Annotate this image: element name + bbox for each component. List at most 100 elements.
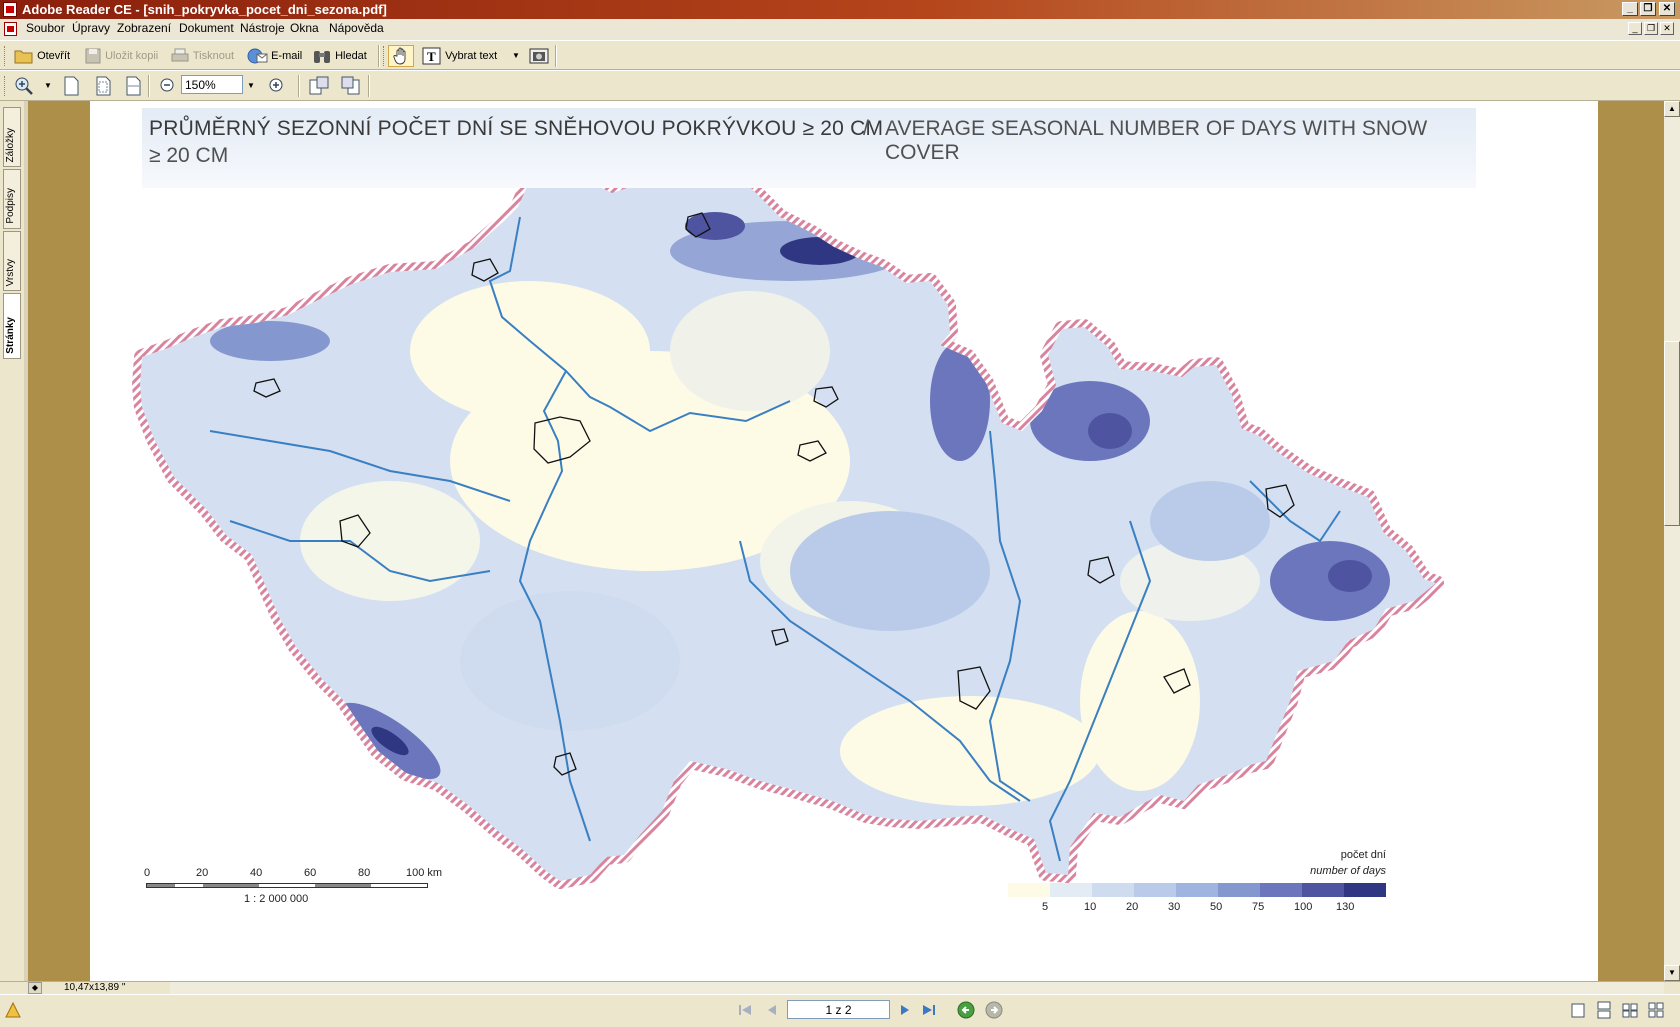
document-icon[interactable] [4, 22, 17, 36]
last-page-button[interactable] [921, 1001, 937, 1022]
map-title-cz: PRŮMĚRNÝ SEZONNÍ POČET DNÍ SE SNĚHOVOU P… [149, 117, 884, 140]
single-page-layout-button[interactable] [1570, 1001, 1586, 1022]
facing-layout-button[interactable] [1622, 1001, 1638, 1022]
tab-pages[interactable]: Stránky [3, 293, 21, 359]
legend-swatch [1176, 883, 1218, 897]
print-button[interactable]: Tisknout [170, 46, 234, 66]
doc-close-button[interactable]: ✕ [1660, 22, 1674, 35]
menu-soubor[interactable]: Soubor [26, 21, 65, 35]
legend-swatch [1008, 883, 1050, 897]
legend-value-label: 130 [1336, 901, 1355, 913]
adobe-reader-icon [3, 2, 17, 17]
vertical-scrollbar[interactable]: ▲ ▼ [1664, 101, 1680, 981]
page-fit-width-icon [126, 76, 141, 96]
zoom-out-button[interactable] [159, 75, 175, 95]
doc-restore-button[interactable]: ❐ [1644, 22, 1658, 35]
rotate-counterclockwise-button[interactable] [340, 76, 362, 96]
scale-tick-label: 0 [144, 867, 151, 879]
tab-layers[interactable]: Vrstvy [3, 231, 21, 291]
zoom-tool-button[interactable] [14, 76, 36, 96]
next-page-button[interactable] [898, 1001, 912, 1022]
fit-page-button[interactable] [94, 76, 112, 96]
open-button[interactable]: Otevřít [14, 46, 70, 66]
status-info-icon[interactable] [4, 1001, 22, 1022]
previous-view-button[interactable] [957, 1001, 975, 1022]
scale-tick-label: 100 km [406, 867, 443, 879]
facing-pages-icon [1622, 1003, 1638, 1018]
zoom-level-dropdown[interactable]: ▼ [247, 76, 255, 96]
email-icon [247, 48, 268, 64]
first-page-button[interactable] [737, 1001, 753, 1022]
zone-south [460, 591, 680, 731]
scale-tick-label: 80 [358, 867, 371, 879]
continuous-page-icon [1597, 1001, 1611, 1019]
tab-bookmarks[interactable]: Záložky [3, 107, 21, 167]
legend-swatch [1302, 883, 1344, 897]
doc-minimize-button[interactable]: _ [1628, 22, 1642, 35]
menu-upravy[interactable]: Úpravy [72, 21, 110, 35]
camera-icon [529, 48, 549, 64]
email-button[interactable]: E-mail [246, 46, 302, 66]
page-number-input[interactable] [787, 1000, 890, 1019]
scroll-down-button[interactable]: ▼ [1664, 965, 1680, 981]
scale-bar: 0 20 40 60 80 100 km 1 : 2 000 000 [144, 867, 446, 909]
continuous-layout-button[interactable] [1596, 1001, 1612, 1022]
zone-krusne [210, 321, 330, 361]
toolbar-grip[interactable] [4, 46, 8, 66]
panel-toggle-button[interactable]: ◆ [28, 982, 42, 994]
page-navigation-bar [0, 994, 1680, 1027]
zone-jeseniky-peak [1088, 413, 1132, 449]
continuous-facing-layout-button[interactable] [1648, 1001, 1664, 1022]
tab-signatures[interactable]: Podpisy [3, 169, 21, 229]
zoom-level-input[interactable] [181, 75, 243, 94]
toolbar-grip[interactable] [383, 46, 387, 66]
hand-icon [393, 47, 406, 65]
menu-bar: Soubor Úpravy Zobrazení Dokument Nástroj… [0, 19, 1680, 40]
horizontal-scrollbar[interactable] [170, 982, 1664, 994]
menu-okna[interactable]: Okna [290, 21, 319, 35]
legend-swatch [1260, 883, 1302, 897]
actual-size-button[interactable] [62, 76, 80, 96]
file-toolbar: Otevřít Uložit kopii Tisknout E-mail Hle… [0, 40, 1680, 70]
printer-icon [171, 48, 189, 62]
rotate-clockwise-button[interactable] [308, 76, 330, 96]
legend-value-label: 30 [1168, 901, 1181, 913]
scroll-thumb[interactable] [1664, 341, 1680, 526]
select-text-button[interactable]: T Vybrat text [422, 46, 497, 66]
zone-lowland [1080, 611, 1200, 791]
magnifier-icon [15, 77, 33, 95]
map-title-en-continued: ≥ 20 CM [149, 144, 229, 167]
zoom-tool-dropdown[interactable]: ▼ [44, 76, 52, 96]
menu-dokument[interactable]: Dokument [179, 21, 234, 35]
scale-tick-label: 20 [196, 867, 209, 879]
menu-zobrazeni[interactable]: Zobrazení [117, 21, 171, 35]
zone-beskydy-peak [1328, 560, 1372, 592]
scale-bar-graphic [146, 883, 428, 888]
scale-ratio: 1 : 2 000 000 [244, 893, 309, 905]
menu-napoveda[interactable]: Nápověda [329, 21, 384, 35]
minimize-button[interactable]: _ [1622, 2, 1638, 16]
maximize-button[interactable]: ❐ [1640, 2, 1656, 16]
hand-tool-button[interactable] [388, 45, 414, 67]
toolbar-separator [298, 75, 300, 97]
menu-nastroje[interactable]: Nástroje [240, 21, 285, 35]
snapshot-button[interactable] [528, 46, 550, 66]
search-button[interactable]: Hledat [312, 46, 367, 66]
scroll-up-button[interactable]: ▲ [1664, 101, 1680, 117]
legend-title-en: number of days [1310, 865, 1386, 877]
previous-page-icon [768, 1005, 776, 1015]
save-copy-button[interactable]: Uložit kopii [84, 46, 158, 66]
text-select-icon: T [422, 47, 441, 65]
previous-page-button[interactable] [765, 1001, 779, 1022]
rotate-cw-icon [309, 76, 329, 95]
zone-lowland [670, 291, 830, 411]
close-button[interactable]: ✕ [1659, 2, 1675, 16]
single-page-icon [1571, 1003, 1585, 1018]
zoom-in-button[interactable] [268, 75, 284, 95]
toolbar-grip[interactable] [4, 76, 8, 96]
next-view-button[interactable] [985, 1001, 1003, 1022]
legend-value-label: 50 [1210, 901, 1223, 913]
fit-width-button[interactable] [124, 76, 142, 96]
select-tool-dropdown[interactable]: ▼ [512, 46, 520, 66]
toolbar-separator [148, 75, 150, 97]
